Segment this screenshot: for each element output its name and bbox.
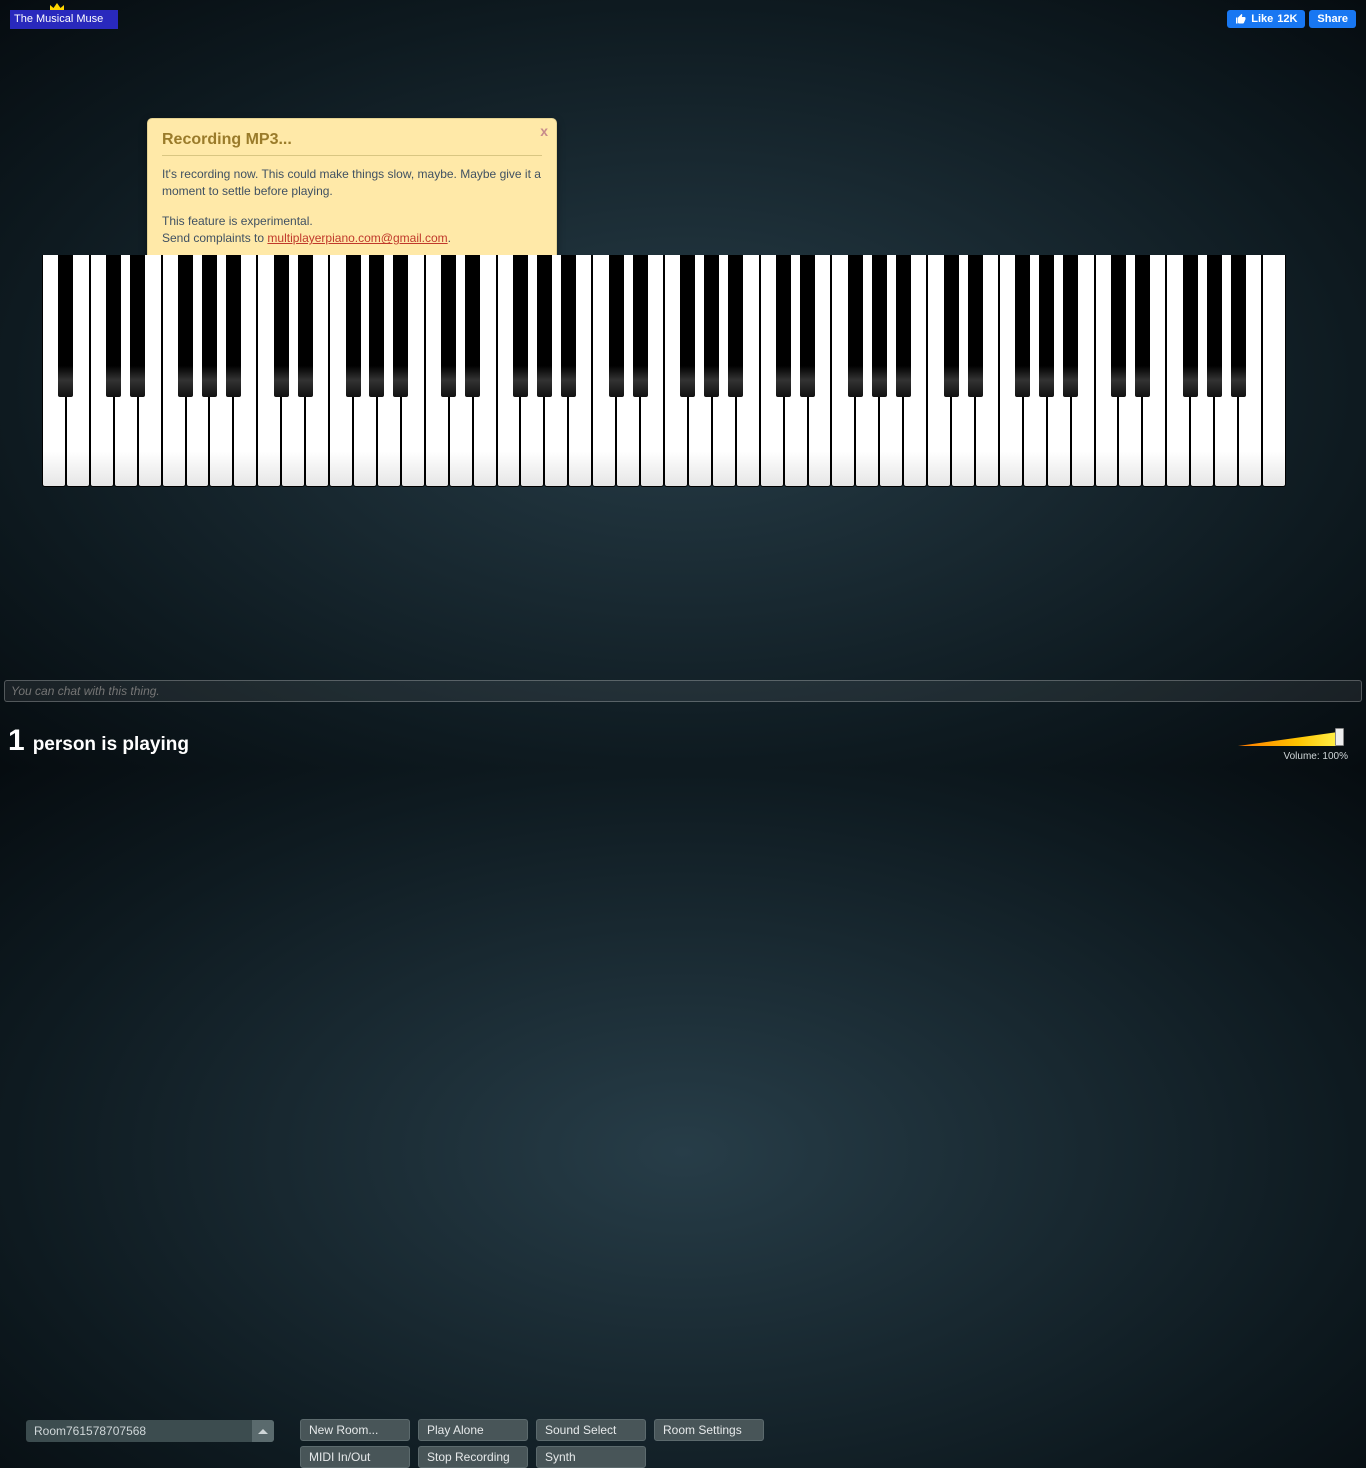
black-key[interactable] [537,255,552,397]
status-text: 1 person is playing [8,724,189,758]
piano-black-keys[interactable] [42,255,1286,397]
notification-popup: x Recording MP3... It's recording now. T… [147,118,557,263]
fb-share-label: Share [1317,13,1348,25]
notification-line-experimental: This feature is experimental. [162,214,313,228]
black-key[interactable] [968,255,983,397]
black-key[interactable] [704,255,719,397]
black-key[interactable] [800,255,815,397]
black-key[interactable] [1015,255,1030,397]
black-key[interactable] [226,255,241,397]
chat-input-wrap [4,680,1362,702]
volume-wedge-icon [1238,732,1338,746]
me-label: Me [54,0,67,2]
user-name: The Musical Muse [14,13,103,25]
thumb-up-icon [1235,13,1247,25]
black-key[interactable] [298,255,313,397]
notification-email-link[interactable]: multiplayerpiano.com@gmail.com [267,231,447,245]
volume-handle[interactable] [1335,728,1344,746]
notification-period: . [448,231,451,245]
black-key[interactable] [106,255,121,397]
black-key[interactable] [274,255,289,397]
black-key[interactable] [680,255,695,397]
black-key[interactable] [633,255,648,397]
room-settings-button[interactable]: Room Settings [654,1419,764,1441]
black-key[interactable] [202,255,217,397]
fb-like-count: 12K [1277,13,1297,25]
room-select[interactable]: Room761578707568 [26,1420,274,1442]
play-alone-button[interactable]: Play Alone [418,1419,528,1441]
sound-select-button[interactable]: Sound Select [536,1419,646,1441]
black-key[interactable] [441,255,456,397]
notification-line-send: Send complaints to [162,231,267,245]
room-select-arrow-icon [252,1420,274,1442]
black-key[interactable] [848,255,863,397]
black-key[interactable] [513,255,528,397]
black-key[interactable] [609,255,624,397]
black-key[interactable] [1039,255,1054,397]
black-key[interactable] [393,255,408,397]
synth-button[interactable]: Synth [536,1446,646,1468]
stop-recording-button[interactable]: Stop Recording [418,1446,528,1468]
black-key[interactable] [58,255,73,397]
volume-slider[interactable] [1228,732,1348,746]
notification-body-1: It's recording now. This could make thin… [162,166,542,201]
black-key[interactable] [1207,255,1222,397]
notification-title: Recording MP3... [162,131,542,156]
black-key[interactable] [1111,255,1126,397]
new-room-button[interactable]: New Room... [300,1419,410,1441]
black-key[interactable] [561,255,576,397]
player-count: 1 [8,724,25,758]
fb-like-label: Like [1251,13,1273,25]
black-key[interactable] [1063,255,1078,397]
black-key[interactable] [178,255,193,397]
notification-body-2: This feature is experimental. Send compl… [162,213,542,248]
black-key[interactable] [776,255,791,397]
chat-input[interactable] [4,680,1362,702]
midi-button[interactable]: MIDI In/Out [300,1446,410,1468]
black-key[interactable] [346,255,361,397]
notification-close-button[interactable]: x [540,123,548,139]
room-name: Room761578707568 [34,1424,146,1438]
social-buttons: Like 12K Share [1227,10,1356,28]
fb-like-button[interactable]: Like 12K [1227,10,1305,28]
bottom-bar: Room761578707568 1 person is playing New… [0,710,1366,768]
user-badge[interactable]: The Musical Muse [10,10,118,29]
volume-label: Volume: 100% [1284,751,1349,762]
black-key[interactable] [728,255,743,397]
black-key[interactable] [130,255,145,397]
black-key[interactable] [465,255,480,397]
player-count-label: person is playing [33,734,189,756]
black-key[interactable] [944,255,959,397]
black-key[interactable] [369,255,384,397]
black-key[interactable] [896,255,911,397]
black-key[interactable] [1135,255,1150,397]
black-key[interactable] [1231,255,1246,397]
fb-share-button[interactable]: Share [1309,10,1356,28]
black-key[interactable] [872,255,887,397]
button-grid: New Room... Play Alone Sound Select Room… [300,1419,764,1468]
black-key[interactable] [1183,255,1198,397]
